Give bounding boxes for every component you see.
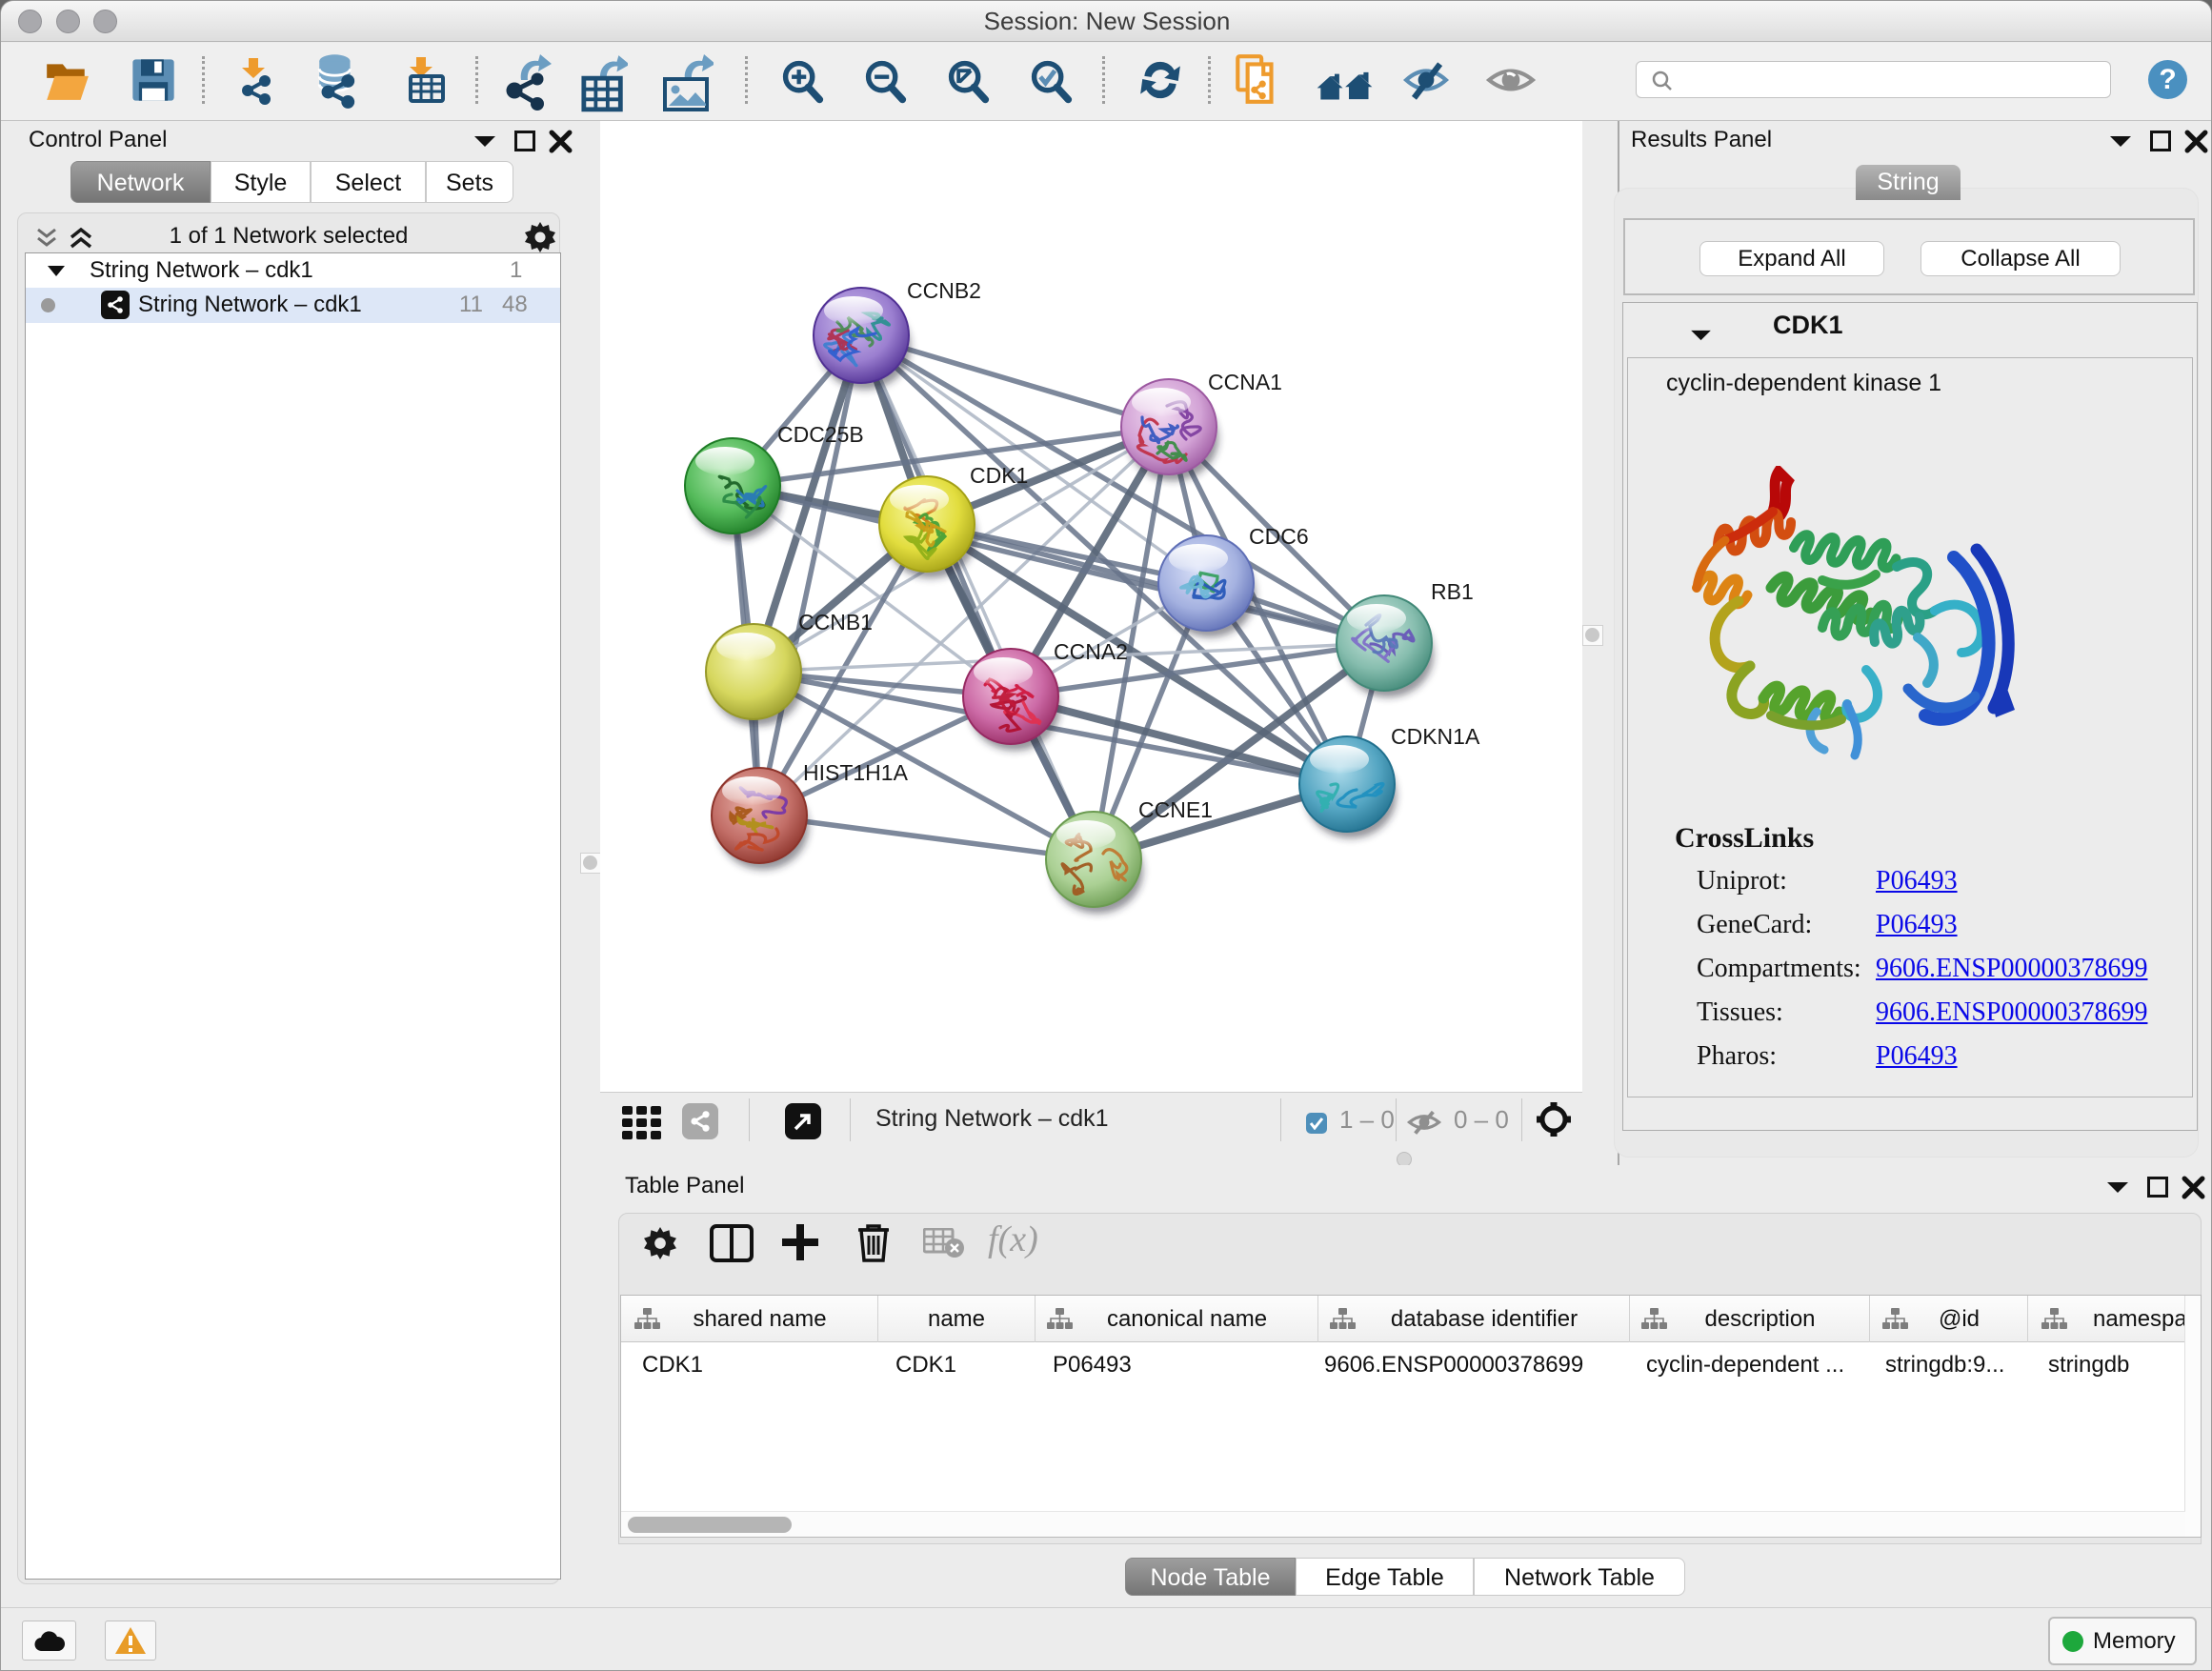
svg-text:CCNA1: CCNA1 (1208, 370, 1282, 394)
svg-text:CCNB2: CCNB2 (907, 278, 981, 303)
svg-text:CCNB1: CCNB1 (798, 610, 873, 634)
svg-text:CCNE1: CCNE1 (1138, 797, 1213, 822)
svg-text:CDC25B: CDC25B (777, 422, 864, 447)
svg-text:CDK1: CDK1 (970, 463, 1028, 488)
svg-text:CDKN1A: CDKN1A (1391, 724, 1480, 749)
svg-text:CDC6: CDC6 (1249, 524, 1309, 549)
svg-text:RB1: RB1 (1431, 579, 1474, 604)
svg-text:HIST1H1A: HIST1H1A (803, 760, 909, 785)
svg-text:CCNA2: CCNA2 (1054, 639, 1128, 664)
